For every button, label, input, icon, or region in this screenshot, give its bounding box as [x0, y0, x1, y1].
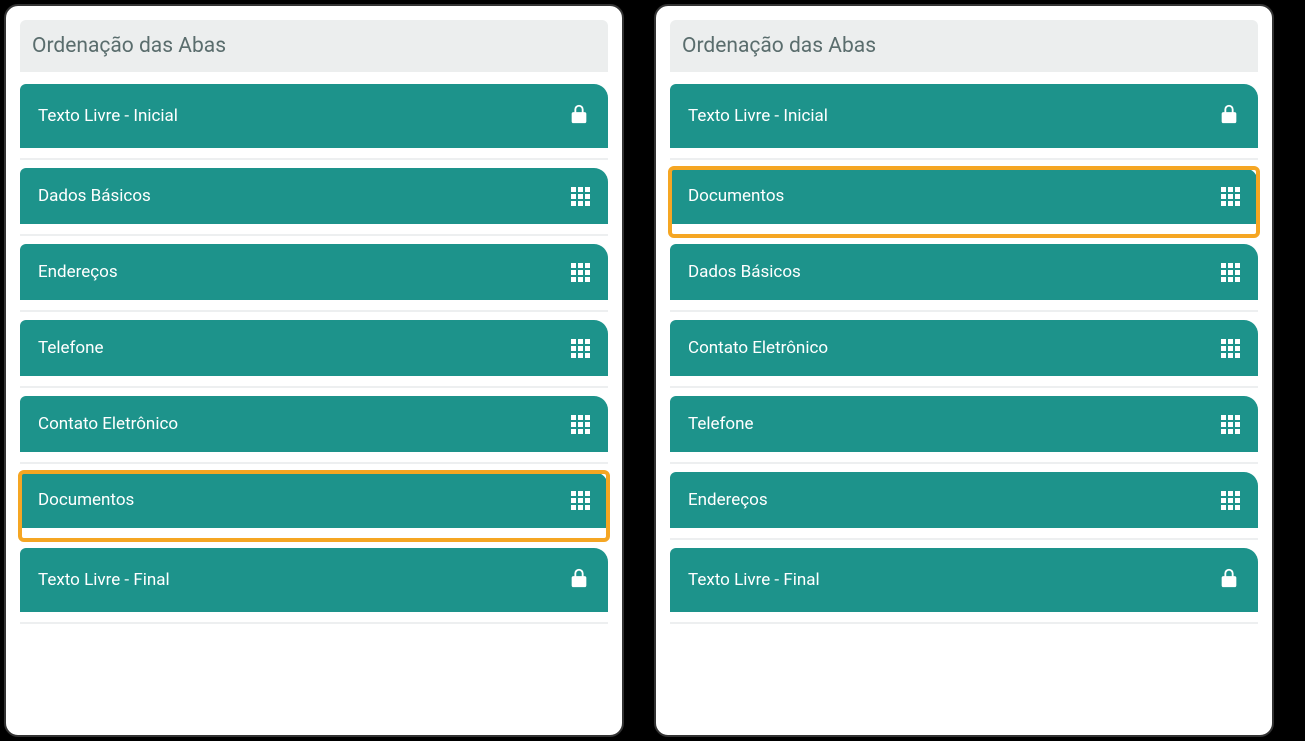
item-footer-bar — [20, 148, 608, 160]
panel-header: Ordenação das Abas — [670, 20, 1258, 72]
tab-label: Texto Livre - Inicial — [38, 106, 178, 126]
draggable-tab[interactable]: Contato Eletrônico — [670, 320, 1258, 376]
tab-label: Texto Livre - Final — [38, 570, 170, 590]
drag-handle-icon[interactable] — [1221, 415, 1240, 434]
tab-item: Texto Livre - Inicial — [670, 84, 1258, 160]
item-footer-bar — [670, 452, 1258, 464]
tab-item[interactable]: Telefone — [20, 320, 608, 388]
locked-tab: Texto Livre - Inicial — [20, 84, 608, 148]
tab-label: Endereços — [38, 262, 118, 282]
tab-item[interactable]: Dados Básicos — [670, 244, 1258, 312]
tab-item[interactable]: Contato Eletrônico — [20, 396, 608, 464]
draggable-tab[interactable]: Contato Eletrônico — [20, 396, 608, 452]
item-footer-bar — [670, 376, 1258, 388]
tab-item: Texto Livre - Final — [670, 548, 1258, 624]
locked-tab: Texto Livre - Inicial — [670, 84, 1258, 148]
tab-label: Contato Eletrônico — [38, 414, 178, 434]
lock-icon — [1218, 102, 1240, 130]
tab-item[interactable]: Endereços — [670, 472, 1258, 540]
drag-handle-icon[interactable] — [571, 415, 590, 434]
tab-item[interactable]: Contato Eletrônico — [670, 320, 1258, 388]
tab-item[interactable]: Dados Básicos — [20, 168, 608, 236]
item-footer-bar — [670, 300, 1258, 312]
locked-tab: Texto Livre - Final — [670, 548, 1258, 612]
item-footer-bar — [20, 528, 608, 540]
draggable-tab[interactable]: Endereços — [670, 472, 1258, 528]
item-footer-bar — [20, 612, 608, 624]
tab-ordering-panel-right: Ordenação das Abas Texto Livre - Inicial… — [654, 4, 1274, 737]
drag-handle-icon[interactable] — [571, 187, 590, 206]
tab-label: Contato Eletrônico — [688, 338, 828, 358]
draggable-tab[interactable]: Dados Básicos — [20, 168, 608, 224]
tab-label: Telefone — [688, 414, 754, 434]
item-footer-bar — [670, 224, 1258, 236]
tab-list: Texto Livre - Inicial Documentos Dados Bás… — [670, 84, 1258, 624]
panel-header: Ordenação das Abas — [20, 20, 608, 72]
lock-icon — [568, 566, 590, 594]
lock-icon — [1218, 566, 1240, 594]
tab-item[interactable]: Telefone — [670, 396, 1258, 464]
drag-handle-icon[interactable] — [1221, 491, 1240, 510]
tab-label: Documentos — [688, 186, 784, 206]
tab-label: Endereços — [688, 490, 768, 510]
tab-label: Texto Livre - Final — [688, 570, 820, 590]
tab-item: Texto Livre - Inicial — [20, 84, 608, 160]
drag-handle-icon[interactable] — [571, 263, 590, 282]
draggable-tab[interactable]: Endereços — [20, 244, 608, 300]
drag-handle-icon[interactable] — [1221, 187, 1240, 206]
tab-label: Dados Básicos — [38, 186, 151, 206]
drag-handle-icon[interactable] — [571, 491, 590, 510]
item-footer-bar — [670, 612, 1258, 624]
draggable-tab[interactable]: Telefone — [20, 320, 608, 376]
item-footer-bar — [20, 376, 608, 388]
item-footer-bar — [670, 528, 1258, 540]
item-footer-bar — [670, 148, 1258, 160]
tab-label: Dados Básicos — [688, 262, 801, 282]
tab-item: Texto Livre - Final — [20, 548, 608, 624]
locked-tab: Texto Livre - Final — [20, 548, 608, 612]
item-footer-bar — [20, 300, 608, 312]
drag-handle-icon[interactable] — [571, 339, 590, 358]
tab-label: Documentos — [38, 490, 134, 510]
tab-ordering-panel-left: Ordenação das Abas Texto Livre - Inicial… — [4, 4, 624, 737]
draggable-tab[interactable]: Documentos — [670, 168, 1258, 224]
drag-handle-icon[interactable] — [1221, 263, 1240, 282]
draggable-tab[interactable]: Dados Básicos — [670, 244, 1258, 300]
tab-item[interactable]: Documentos — [670, 168, 1258, 236]
panel-title: Ordenação das Abas — [682, 34, 1246, 58]
drag-handle-icon[interactable] — [1221, 339, 1240, 358]
item-footer-bar — [20, 452, 608, 464]
tab-label: Texto Livre - Inicial — [688, 106, 828, 126]
lock-icon — [568, 102, 590, 130]
tab-item[interactable]: Documentos — [20, 472, 608, 540]
tab-item[interactable]: Endereços — [20, 244, 608, 312]
panel-title: Ordenação das Abas — [32, 34, 596, 58]
tab-label: Telefone — [38, 338, 104, 358]
tab-list: Texto Livre - Inicial Dados Básicos Endere… — [20, 84, 608, 624]
item-footer-bar — [20, 224, 608, 236]
draggable-tab[interactable]: Documentos — [20, 472, 608, 528]
draggable-tab[interactable]: Telefone — [670, 396, 1258, 452]
